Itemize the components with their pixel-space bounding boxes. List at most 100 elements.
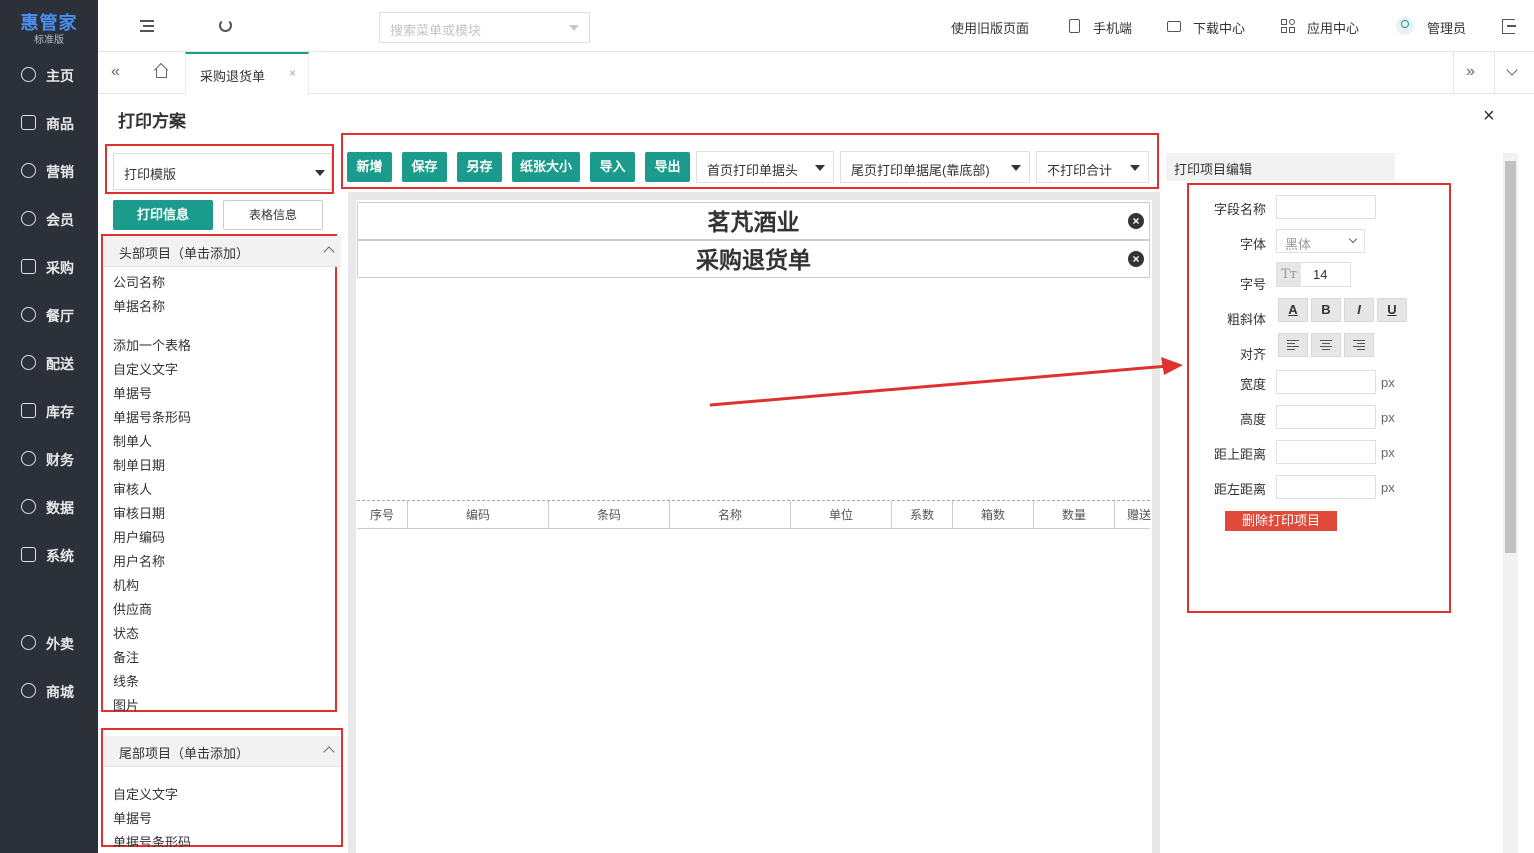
scrollbar[interactable] [1503,153,1518,853]
column-header[interactable]: 箱数 [953,501,1034,529]
print-canvas: 茗芃酒业 × 采购退货单 × 序号 编码 条码 名称 单位 系数 箱数 数量 赠送 [348,192,1160,853]
footer-item[interactable]: 单据号 [113,808,152,827]
restaurant-icon [21,307,36,322]
chevron-down-icon [1348,234,1358,244]
mobile-icon [1069,19,1080,33]
heart-icon [21,211,36,226]
sidebar-item-9[interactable]: 数据 [0,487,98,527]
scroll-right-icon[interactable]: » [1466,63,1475,81]
left-distance-input[interactable] [1276,475,1376,499]
top-bar: 搜索菜单或模块 使用旧版页面 手机端 下载中心 应用中心 管理员 [98,0,1534,52]
total-print-select[interactable]: 不打印合计 [1036,151,1149,183]
font-color-button[interactable]: A [1278,298,1308,322]
sidebar-item-label: 外卖 [46,636,74,652]
last-page-footer-select[interactable]: 尾页打印单据尾(靠底部) [840,151,1030,183]
sidebar-item-4[interactable]: 采购 [0,247,98,287]
avatar[interactable] [1396,17,1414,35]
sidebar-item-12[interactable]: 商城 [0,671,98,711]
sidebar-item-11[interactable]: 外卖 [0,623,98,663]
sidebar-item-10[interactable]: 系统 [0,535,98,575]
paper[interactable]: 茗芃酒业 × 采购退货单 × 序号 编码 条码 名称 单位 系数 箱数 数量 赠送 [356,200,1152,853]
paper-size-button[interactable]: 纸张大小 [512,152,580,182]
apps-link[interactable]: 应用中心 [1307,18,1359,37]
top-distance-unit: px [1381,445,1395,460]
save-button[interactable]: 保存 [402,152,447,182]
remove-item-icon[interactable]: × [1128,251,1144,267]
old-version-link[interactable]: 使用旧版页面 [951,18,1029,37]
app-logo[interactable]: 惠管家 标准版 [0,0,98,50]
column-header[interactable]: 赠送 [1115,501,1165,529]
first-page-header-select[interactable]: 首页打印单据头 [696,151,834,183]
sidebar-item-0[interactable]: 主页 [0,55,98,95]
width-input[interactable] [1276,370,1376,394]
menu-toggle-icon[interactable] [140,20,154,32]
home-tab-icon[interactable] [153,62,169,78]
select-value: 不打印合计 [1047,163,1113,178]
column-header[interactable]: 数量 [1034,501,1115,529]
align-center-icon[interactable] [1311,333,1341,357]
chevron-down-icon [815,165,825,171]
search-input[interactable]: 搜索菜单或模块 [379,12,590,43]
sidebar-item-7[interactable]: 库存 [0,391,98,431]
delete-print-item-button[interactable]: 删除打印项目 [1225,511,1337,531]
font-select-value: 黑体 [1285,237,1312,252]
home-icon [21,67,36,82]
bold-button[interactable]: B [1311,298,1341,322]
height-input[interactable] [1276,405,1376,429]
tab-menu-chevron-icon[interactable] [1506,64,1518,76]
mobile-link[interactable]: 手机端 [1093,18,1132,37]
print-scheme-dialog: 打印方案 × 打印模版 打印信息 表格信息 头部项目（单击添加） 公司名称 单据名… [98,95,1518,853]
sidebar-item-6[interactable]: 配送 [0,343,98,383]
tab-label: 采购退货单 [200,69,266,84]
sidebar-item-5[interactable]: 餐厅 [0,295,98,335]
column-header[interactable]: 单位 [791,501,892,529]
add-button[interactable]: 新增 [347,152,392,182]
font-select[interactable]: 黑体 [1276,229,1365,253]
export-button[interactable]: 导出 [645,152,690,182]
align-left-icon[interactable] [1278,333,1308,357]
tab-bar: « 采购退货单 × » [98,52,1534,94]
close-icon[interactable]: × [1483,105,1495,128]
select-value: 尾页打印单据尾(靠底部) [851,163,990,178]
column-header[interactable]: 系数 [892,501,953,529]
sidebar-item-label: 商城 [46,684,74,700]
width-unit: px [1381,375,1395,390]
scroll-left-icon[interactable]: « [111,63,120,81]
footer-item[interactable]: 自定义文字 [113,784,178,803]
refresh-icon[interactable] [219,19,232,32]
editor-title: 打印项目编辑 [1174,162,1253,177]
sidebar-item-label: 营销 [46,164,74,180]
table-header-row[interactable]: 序号 编码 条码 名称 单位 系数 箱数 数量 赠送 [357,500,1151,529]
download-link[interactable]: 下载中心 [1193,18,1245,37]
font-size-input[interactable]: Tт 14 [1276,262,1351,287]
save-as-button[interactable]: 另存 [457,152,502,182]
sidebar-item-label: 商品 [46,116,74,132]
sidebar-item-8[interactable]: 财务 [0,439,98,479]
column-header[interactable]: 名称 [670,501,791,529]
import-button[interactable]: 导入 [590,152,635,182]
tab-purchase-return[interactable]: 采购退货单 × [185,52,309,94]
top-distance-input[interactable] [1276,440,1376,464]
remove-item-icon[interactable]: × [1128,213,1144,229]
column-header[interactable]: 序号 [357,501,408,529]
field-name-input[interactable] [1276,195,1376,219]
user-name[interactable]: 管理员 [1427,18,1466,37]
italic-button[interactable]: I [1344,298,1374,322]
sidebar-item-1[interactable]: 商品 [0,103,98,143]
underline-button[interactable]: U [1377,298,1407,322]
column-header[interactable]: 编码 [408,501,549,529]
purchase-icon [21,259,36,274]
align-right-icon[interactable] [1344,333,1374,357]
logout-icon[interactable] [1502,19,1516,34]
close-tab-icon[interactable]: × [289,66,296,80]
sidebar-item-2[interactable]: 营销 [0,151,98,191]
company-name-item[interactable]: 茗芃酒业 × [357,202,1150,240]
footer-item[interactable]: 单据号条形码 [113,832,191,847]
sidebar-item-label: 库存 [46,404,74,420]
scrollbar-thumb[interactable] [1505,161,1516,553]
height-label: 高度 [1239,412,1266,427]
sidebar-item-3[interactable]: 会员 [0,199,98,239]
sidebar-item-label: 餐厅 [46,308,74,324]
column-header[interactable]: 条码 [549,501,670,529]
doc-name-item[interactable]: 采购退货单 × [357,240,1150,278]
